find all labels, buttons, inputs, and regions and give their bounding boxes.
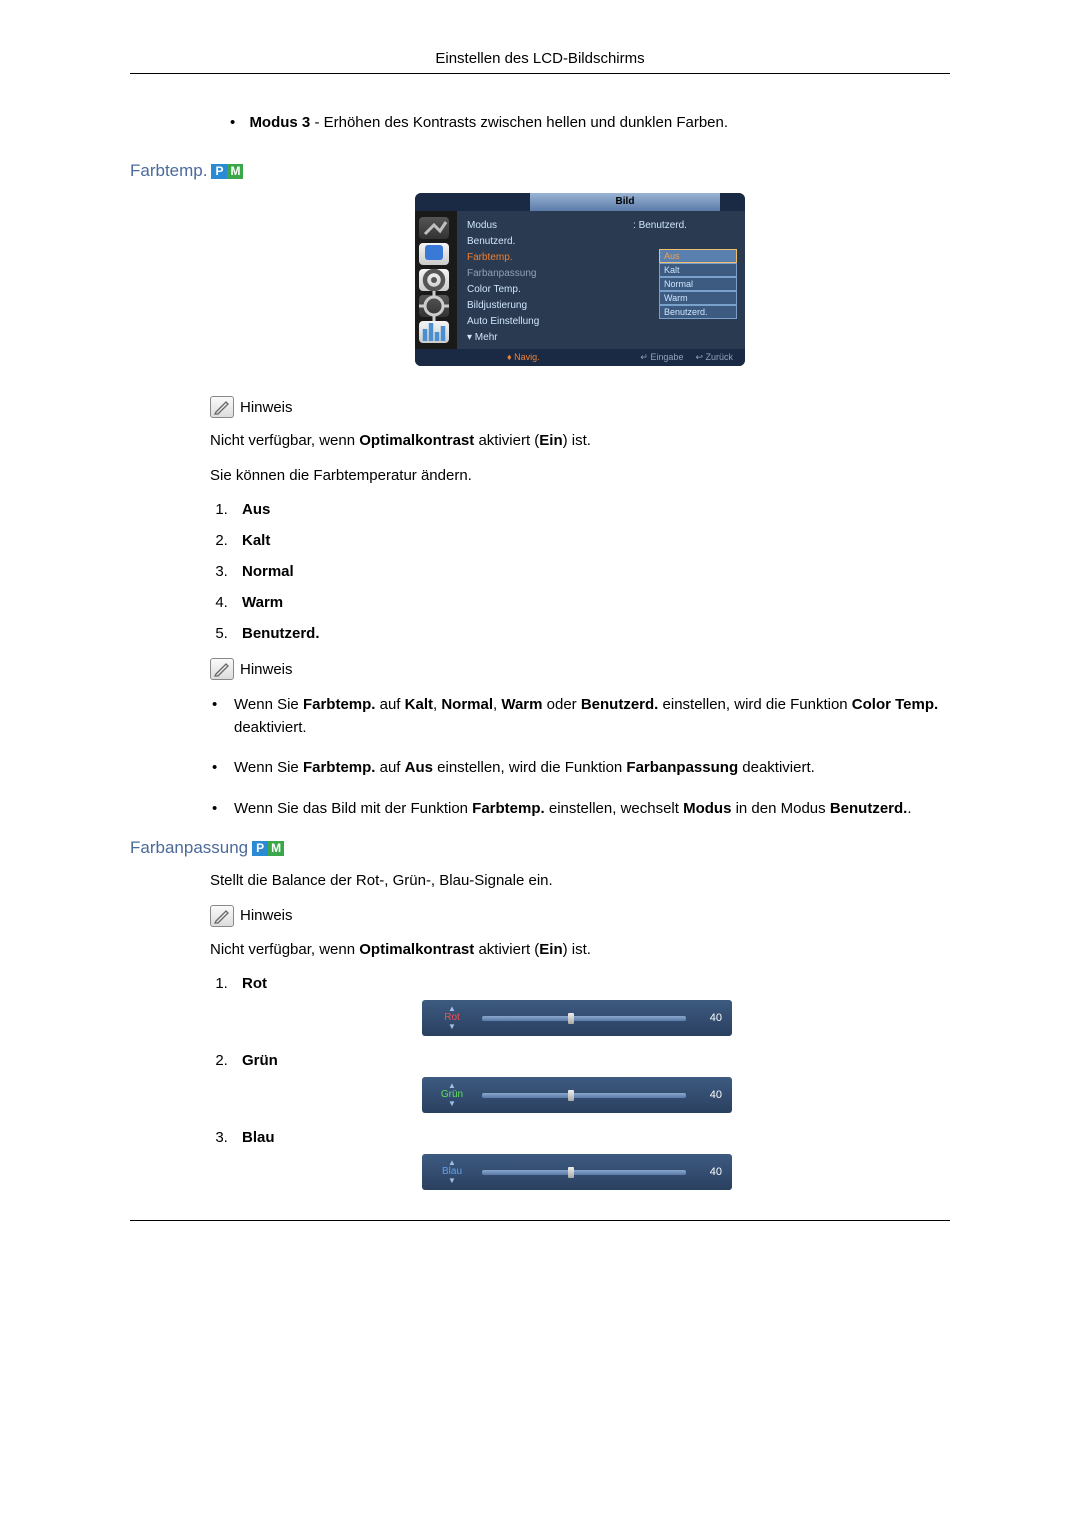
pm-m-icon: M (268, 841, 284, 856)
list-item: • Wenn Sie Farbtemp. auf Aus einstellen,… (212, 757, 950, 780)
osd-title-bar: Bild (415, 193, 745, 211)
slider-thumb (568, 1167, 574, 1178)
osd-option: Kalt (659, 263, 737, 277)
list-item: Kalt (232, 532, 950, 549)
hinweis-row: Hinweis (210, 905, 950, 927)
osd-tab-icon (419, 269, 449, 291)
osd-value: : Benutzerd. (627, 220, 737, 231)
list-item-blau: Blau ▲ Blau ▼ 40 (232, 1129, 950, 1190)
slider-blau: ▲ Blau ▼ 40 (422, 1154, 732, 1190)
bullet-icon: • (230, 114, 235, 131)
osd-foot-enter: ↵ Eingabe (640, 352, 683, 363)
osd-screenshot: Bild Modus: Benutzerd. Benutzerd. (210, 193, 950, 366)
pm-badge: P M (211, 164, 243, 179)
page-footer-rule (130, 1220, 950, 1230)
osd-option: Aus (659, 249, 737, 263)
slider-value: 40 (696, 1012, 722, 1024)
osd-tab-icon (419, 321, 449, 343)
pm-badge: P M (252, 841, 284, 856)
section-title-farbtemp: Farbtemp. P M (130, 161, 950, 181)
osd-dropdown-options: : Aus Kalt Normal Warm Benutzerd. (659, 249, 737, 329)
note-icon (210, 396, 234, 418)
pm-m-icon: M (227, 164, 243, 179)
rgb-slider-list: Rot ▲ Rot ▼ 40 Grün ▲ Grün (232, 975, 950, 1190)
page-title: Einstellen des LCD-Bildschirms (435, 50, 644, 67)
section-title-farbanpassung: Farbanpassung P M (130, 838, 950, 858)
osd-option: Normal (659, 277, 737, 291)
list-item-rot: Rot ▲ Rot ▼ 40 (232, 975, 950, 1036)
arrow-down-icon: ▼ (448, 1100, 456, 1108)
slider-value: 40 (696, 1166, 722, 1178)
osd-tab-icon (419, 295, 449, 317)
modus3-label: Modus 3 (249, 114, 310, 131)
slider-track (482, 1170, 686, 1175)
arrow-down-icon: ▼ (448, 1177, 456, 1185)
modus3-text: - Erhöhen des Kontrasts zwischen hellen … (310, 114, 728, 131)
content: • Modus 3 - Erhöhen des Kontrasts zwisch… (210, 114, 950, 1190)
farbtemp-option-list: Aus Kalt Normal Warm Benutzerd. (232, 501, 950, 642)
osd-item: Color Temp. (467, 284, 659, 295)
osd-side-tabs (415, 211, 457, 349)
farbanpassung-desc: Stellt die Balance der Rot-, Grün-, Blau… (210, 870, 950, 893)
osd-item: Farbanpassung (467, 268, 659, 279)
osd-item: Benutzerd. (467, 236, 627, 247)
osd-option: Benutzerd. (659, 305, 737, 319)
osd-panel: Bild Modus: Benutzerd. Benutzerd. (415, 193, 745, 366)
pm-p-icon: P (211, 164, 227, 179)
note-text: Nicht verfügbar, wenn Optimalkontrast ak… (210, 939, 950, 962)
list-item: Warm (232, 594, 950, 611)
hinweis-label: Hinweis (240, 907, 293, 924)
slider-rot: ▲ Rot ▼ 40 (422, 1000, 732, 1036)
note-icon (210, 658, 234, 680)
farbtemp-notes-list: • Wenn Sie Farbtemp. auf Kalt, Normal, W… (212, 694, 950, 820)
osd-item: Modus (467, 220, 627, 231)
page-header: Einstellen des LCD-Bildschirms (130, 50, 950, 74)
slider-gruen: ▲ Grün ▼ 40 (422, 1077, 732, 1113)
osd-foot-nav: ♦ Navig. (507, 352, 540, 363)
farbtemp-title-text: Farbtemp. (130, 161, 207, 181)
list-item: Normal (232, 563, 950, 580)
hinweis-row: Hinweis (210, 658, 950, 680)
osd-option: Warm (659, 291, 737, 305)
note-text: Sie können die Farbtemperatur ändern. (210, 465, 950, 488)
arrow-down-icon: ▼ (448, 1023, 456, 1031)
list-item-gruen: Grün ▲ Grün ▼ 40 (232, 1052, 950, 1113)
osd-footer: ♦ Navig. ↵ Eingabe ↩ Zurück (415, 349, 745, 366)
slider-track (482, 1093, 686, 1098)
list-item: Benutzerd. (232, 625, 950, 642)
osd-item: ▾ Mehr (467, 332, 737, 343)
osd-item: Bildjustierung (467, 300, 659, 311)
hinweis-row: Hinweis (210, 396, 950, 418)
osd-title: Bild (530, 193, 720, 211)
pm-p-icon: P (252, 841, 268, 856)
osd-item-active: Farbtemp. (467, 252, 659, 263)
osd-tab-icon (419, 217, 449, 239)
note-icon (210, 905, 234, 927)
modus3-line: • Modus 3 - Erhöhen des Kontrasts zwisch… (230, 114, 950, 131)
slider-track (482, 1016, 686, 1021)
list-item: • Wenn Sie das Bild mit der Funktion Far… (212, 798, 950, 821)
slider-value: 40 (696, 1089, 722, 1101)
osd-item: Auto Einstellung (467, 316, 659, 327)
osd-tab-icon (419, 243, 449, 265)
page-root: Einstellen des LCD-Bildschirms • Modus 3… (0, 0, 1080, 1290)
note-text: Nicht verfügbar, wenn Optimalkontrast ak… (210, 430, 950, 453)
list-item: Aus (232, 501, 950, 518)
farbanpassung-title-text: Farbanpassung (130, 838, 248, 858)
hinweis-label: Hinweis (240, 661, 293, 678)
osd-foot-back: ↩ Zurück (695, 352, 733, 363)
osd-menu-list: Modus: Benutzerd. Benutzerd. Farbtemp. F… (457, 211, 745, 349)
hinweis-label: Hinweis (240, 399, 293, 416)
list-item: • Wenn Sie Farbtemp. auf Kalt, Normal, W… (212, 694, 950, 739)
slider-thumb (568, 1090, 574, 1101)
slider-thumb (568, 1013, 574, 1024)
